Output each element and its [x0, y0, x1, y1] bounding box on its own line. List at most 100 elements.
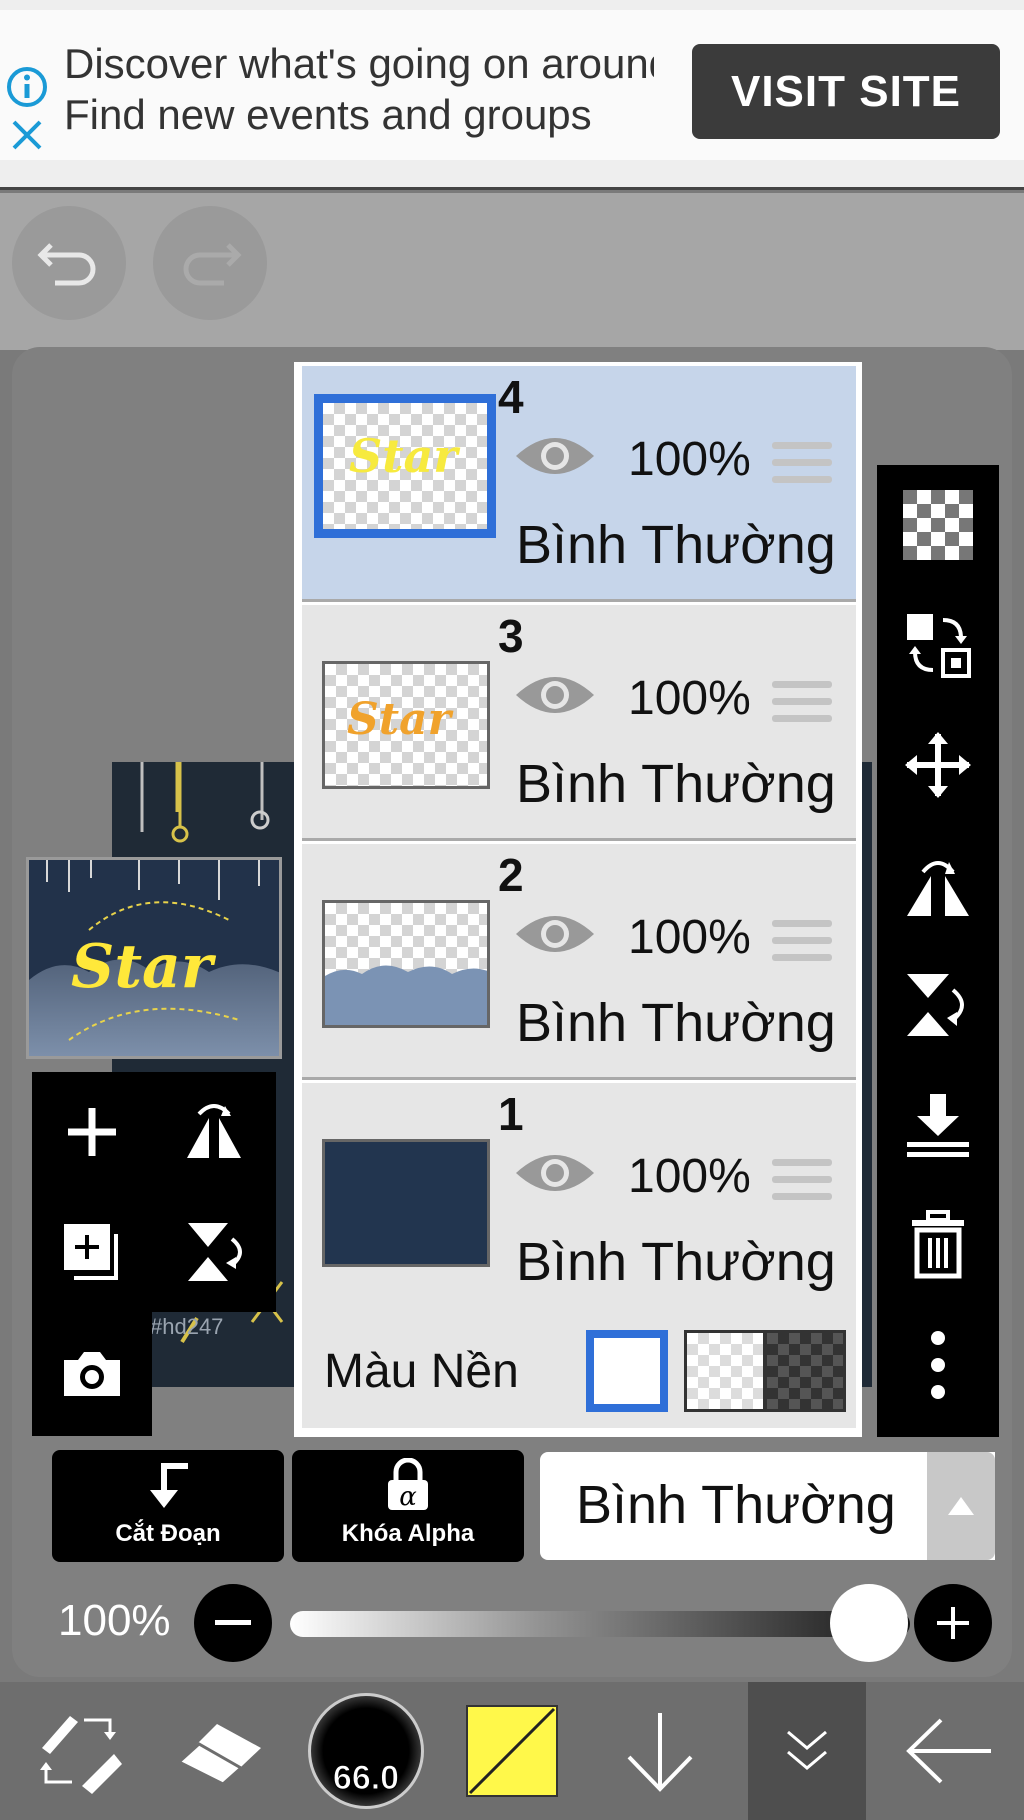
layer-thumbnail[interactable]	[322, 1139, 490, 1267]
flip-vertical-layer-button[interactable]	[154, 1192, 274, 1312]
layer-thumbnail[interactable]: Star	[314, 394, 496, 538]
bg-white-swatch[interactable]	[586, 1330, 668, 1412]
trash-icon	[912, 1210, 964, 1279]
merge-down-button[interactable]	[877, 1065, 999, 1185]
layer-thumbnail[interactable]	[322, 900, 490, 1028]
visit-site-button[interactable]: VISIT SITE	[692, 44, 1000, 139]
brush-size-preview: 66.0	[308, 1693, 424, 1809]
clipping-button[interactable]: Cắt Đoạn	[52, 1450, 284, 1562]
brush-size-button[interactable]: 66.0	[298, 1682, 434, 1820]
eye-icon[interactable]	[512, 1145, 598, 1201]
layer-number: 4	[498, 371, 524, 423]
layer-number: 1	[498, 1088, 524, 1140]
opacity-slider-track[interactable]	[290, 1611, 910, 1637]
move-icon	[905, 732, 971, 798]
cloud-thumbnail-art	[325, 965, 487, 1025]
more-options-button[interactable]	[877, 1305, 999, 1425]
layer-blend-mode: Bình Thường	[516, 993, 836, 1053]
camera-icon	[64, 1352, 120, 1396]
layer-blend-mode: Bình Thường	[516, 515, 836, 575]
drag-handle-icon[interactable]	[772, 920, 832, 971]
eye-icon[interactable]	[512, 428, 598, 484]
right-toolbar	[877, 465, 999, 1437]
ad-line1: Discover what's going on around	[64, 40, 654, 87]
brush-size-value: 66.0	[332, 1759, 400, 1798]
layer-thumbnail[interactable]: Star	[322, 661, 490, 789]
blend-mode-value: Bình Thường	[576, 1475, 896, 1535]
tool-switch-button[interactable]	[10, 1682, 146, 1820]
flip-vertical-icon	[907, 974, 964, 1036]
layer-opacity: 100%	[628, 672, 751, 725]
ad-banner: Discover what's going on around Find new…	[0, 0, 1024, 190]
camera-button[interactable]	[32, 1314, 152, 1434]
alpha-lock-button[interactable]: α Khóa Alpha	[292, 1450, 524, 1562]
swap-layers-button[interactable]	[877, 585, 999, 705]
layer-down-button[interactable]	[600, 1682, 720, 1820]
bg-dark-checker-swatch[interactable]	[764, 1330, 846, 1412]
layers-panel: 4 Star 100% Bình Thường 3 Star 100% Bình…	[294, 362, 862, 1437]
eye-icon[interactable]	[512, 667, 598, 723]
plus-icon	[68, 1108, 116, 1156]
flip-horizontal-button[interactable]	[877, 825, 999, 945]
back-button[interactable]	[890, 1682, 1010, 1820]
double-chevron-down-icon	[787, 1730, 827, 1770]
layer-row-4[interactable]: 4 Star 100% Bình Thường	[302, 366, 856, 602]
undo-icon	[37, 243, 96, 286]
drag-handle-icon[interactable]	[772, 681, 832, 732]
layer-number: 2	[498, 849, 524, 901]
move-button[interactable]	[877, 705, 999, 825]
opacity-slider-thumb[interactable]	[830, 1584, 908, 1662]
eye-icon[interactable]	[512, 906, 598, 962]
redo-button[interactable]	[153, 206, 267, 320]
layer-row-3[interactable]: 3 Star 100% Bình Thường	[302, 605, 856, 841]
duplicate-layer-button[interactable]	[32, 1192, 152, 1312]
ad-body: Discover what's going on around Find new…	[0, 10, 1024, 160]
layer-number: 3	[498, 610, 524, 662]
layer-row-1[interactable]: 1 100% Bình Thường	[302, 1083, 856, 1319]
background-color-row: Màu Nền	[302, 1310, 856, 1428]
flip-horizontal-layer-button[interactable]	[154, 1072, 274, 1192]
opacity-increase-button[interactable]	[914, 1584, 992, 1662]
minus-icon	[215, 1620, 251, 1625]
opacity-decrease-button[interactable]	[194, 1584, 272, 1662]
alpha-lock-label: Khóa Alpha	[341, 1520, 475, 1547]
artwork-watermark: #hd247	[150, 1314, 224, 1339]
clip-arrow-icon	[150, 1463, 188, 1508]
undo-button[interactable]	[12, 206, 126, 320]
collapse-panel-button[interactable]	[748, 1682, 866, 1820]
layer-row-2[interactable]: 2 100% Bình Thường	[302, 844, 856, 1080]
drag-handle-icon[interactable]	[772, 442, 832, 493]
flip-horizontal-icon	[187, 1104, 241, 1158]
canvas-thumbnail[interactable]: Star	[26, 857, 282, 1059]
drag-handle-icon[interactable]	[772, 1159, 832, 1210]
close-ad-icon[interactable]	[10, 118, 44, 152]
more-vertical-icon	[931, 1331, 945, 1399]
lock-icon: α	[388, 1458, 428, 1512]
plus-icon	[937, 1607, 969, 1639]
checker-icon	[903, 490, 973, 560]
flip-horizontal-icon	[907, 861, 969, 916]
blend-mode-dropdown-button[interactable]	[927, 1452, 995, 1560]
transparent-fill-button[interactable]	[877, 465, 999, 585]
duplicate-layer-icon	[64, 1224, 118, 1280]
clipping-label: Cắt Đoạn	[115, 1520, 221, 1547]
color-swatch	[466, 1705, 558, 1797]
info-icon[interactable]	[6, 66, 48, 108]
swap-icon	[907, 614, 971, 678]
bottom-toolbar: 66.0	[0, 1682, 1024, 1820]
flip-vertical-icon	[188, 1223, 242, 1281]
ad-text[interactable]: Discover what's going on around Find new…	[64, 38, 654, 148]
color-button[interactable]	[452, 1682, 572, 1820]
add-layer-button[interactable]	[32, 1072, 152, 1192]
bg-transparent-swatch[interactable]	[684, 1330, 766, 1412]
eraser-tool-button[interactable]	[150, 1682, 290, 1820]
layer-opacity: 100%	[628, 1150, 751, 1203]
background-color-label: Màu Nền	[324, 1345, 519, 1398]
merge-down-icon	[907, 1094, 969, 1157]
redo-icon	[183, 243, 242, 286]
delete-layer-button[interactable]	[877, 1185, 999, 1305]
flip-vertical-button[interactable]	[877, 945, 999, 1065]
arrow-left-icon	[906, 1718, 991, 1784]
layer-thumbnail-text: Star	[347, 694, 451, 745]
layer-thumbnail-text: Star	[349, 429, 458, 483]
